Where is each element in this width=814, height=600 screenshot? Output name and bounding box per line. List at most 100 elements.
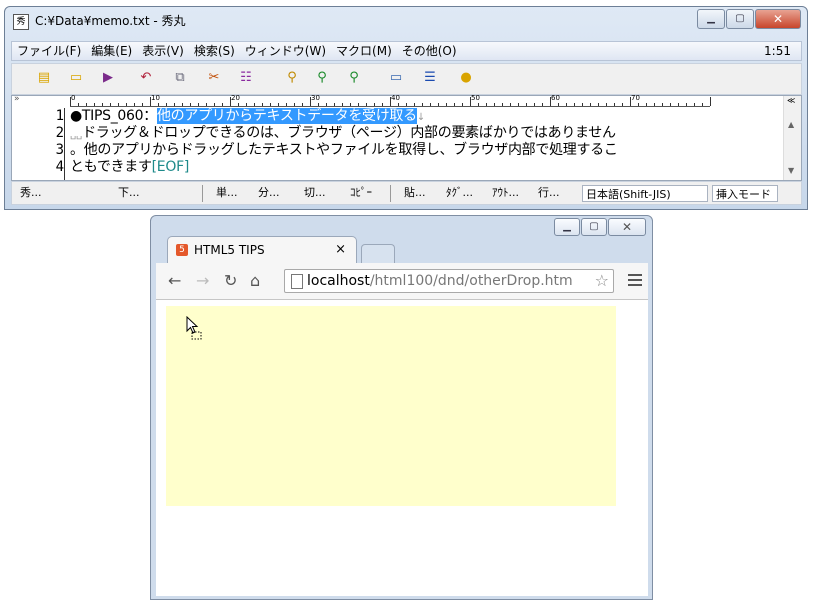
split-window-icon[interactable]: ☰: [422, 70, 438, 86]
new-tab-button[interactable]: [361, 244, 395, 264]
paste-icon[interactable]: ☷: [238, 70, 254, 86]
menu-macro[interactable]: マクロ(M): [331, 42, 397, 60]
ruler-tick: [470, 97, 471, 106]
scroll-down-icon[interactable]: ▼: [788, 166, 794, 175]
help-icon[interactable]: ●: [458, 70, 474, 86]
ruler-tick: [326, 103, 327, 106]
ruler-tick: [198, 103, 199, 106]
text-line-3[interactable]: 。他のアプリからドラッグしたテキストやファイルを取得し、ブラウザ内部で処理するこ: [70, 142, 618, 159]
text-line-1[interactable]: ●TIPS_060：他のアプリからテキストデータを受け取る↓: [70, 108, 425, 126]
menu-other[interactable]: その他(O): [397, 42, 462, 60]
ruler-tick: [310, 97, 311, 106]
ruler-tick: [150, 97, 151, 106]
browser-window: ▁ ▢ ✕ 5 HTML5 TIPS × ← → ↻ ⌂ localhost/h…: [150, 215, 653, 600]
search-prev-icon[interactable]: ⚲: [346, 70, 362, 86]
maximize-button[interactable]: ▢: [581, 218, 607, 236]
ruler-tick: [590, 103, 591, 106]
new-file-icon[interactable]: ▤: [36, 70, 52, 86]
fkey-7[interactable]: 貼...: [404, 186, 426, 200]
menu-window[interactable]: ウィンドウ(W): [240, 42, 331, 60]
browser-tab[interactable]: 5 HTML5 TIPS ×: [167, 236, 357, 264]
editor-title: C:¥Data¥memo.txt - 秀丸: [35, 14, 186, 28]
ruler-label: 30: [311, 94, 320, 102]
ruler-tick: [622, 103, 623, 106]
save-icon[interactable]: ▶: [100, 70, 116, 86]
ruler-tick: [534, 103, 535, 106]
menu-file[interactable]: ファイル(F): [12, 42, 86, 60]
ruler-tick: [286, 103, 287, 106]
editor-caption-buttons: ▁ ▢ ✕: [696, 9, 801, 29]
ruler-tick: [102, 103, 103, 106]
vertical-scrollbar[interactable]: ≪ ▲ ▼: [783, 96, 801, 180]
ruler-label: 10: [151, 94, 160, 102]
ruler-tick: [94, 103, 95, 106]
chrome-menu-icon[interactable]: [628, 272, 642, 289]
back-icon[interactable]: ←: [168, 272, 181, 290]
home-icon[interactable]: ⌂: [250, 272, 260, 290]
fkey-10[interactable]: 行...: [538, 186, 560, 200]
close-button[interactable]: ✕: [608, 218, 646, 236]
ruler-tick: [414, 103, 415, 106]
fkey-5[interactable]: 切...: [304, 186, 326, 200]
forward-icon[interactable]: →: [196, 272, 209, 290]
search-icon[interactable]: ⚲: [284, 70, 300, 86]
ruler-tick: [158, 103, 159, 106]
ruler-tick: [342, 103, 343, 106]
cut-icon[interactable]: ✂: [206, 70, 222, 86]
ruler-tick: [390, 97, 391, 106]
editor-text-area[interactable]: » 0 10 20 30 40 50 60 70 1 2 3 4 ●TIPS_0…: [11, 94, 802, 181]
ruler-tick: [214, 103, 215, 106]
tab-close-icon[interactable]: ×: [335, 242, 346, 257]
insert-mode-indicator[interactable]: 挿入モード: [712, 185, 778, 202]
ruler-toggle-icon[interactable]: »: [14, 94, 20, 104]
ruler-tick: [86, 103, 87, 106]
window-icon[interactable]: ▭: [388, 70, 404, 86]
copy-icon[interactable]: ⧉: [172, 70, 188, 86]
navigation-bar: ← → ↻ ⌂ localhost/html100/dnd/otherDrop.…: [156, 263, 648, 300]
text-line-2[interactable]: ␣␣ドラッグ＆ドロップできるのは、ブラウザ（ページ）内部の要素ばかりではありませ…: [70, 125, 616, 143]
menu-view[interactable]: 表示(V): [137, 42, 189, 60]
ruler-tick: [630, 97, 631, 106]
ruler-tick: [406, 103, 407, 106]
selected-text[interactable]: 他のアプリからテキストデータを受け取る: [156, 108, 417, 124]
fkey-9[interactable]: ｱｳﾄ...: [492, 186, 519, 200]
ruler-tick: [366, 103, 367, 106]
maximize-button[interactable]: ▢: [726, 9, 754, 29]
undo-icon[interactable]: ↶: [138, 70, 154, 86]
address-bar[interactable]: localhost/html100/dnd/otherDrop.htm ☆: [284, 269, 614, 293]
encoding-indicator[interactable]: 日本語(Shift-JIS): [582, 185, 708, 202]
fkey-1[interactable]: 秀...: [20, 186, 42, 200]
close-button[interactable]: ✕: [755, 9, 801, 29]
fkey-8[interactable]: ﾀｸﾞ...: [446, 186, 473, 200]
scroll-split-icon[interactable]: ≪: [787, 96, 795, 105]
url-text[interactable]: localhost/html100/dnd/otherDrop.htm: [307, 272, 593, 290]
bookmark-star-icon[interactable]: ☆: [595, 271, 609, 290]
fkey-4[interactable]: 分...: [258, 186, 280, 200]
menu-edit[interactable]: 編集(E): [86, 42, 137, 60]
column-ruler: 0 10 20 30 40 50 60 70: [70, 94, 711, 107]
minimize-button[interactable]: ▁: [554, 218, 580, 236]
menu-search[interactable]: 検索(S): [189, 42, 240, 60]
ruler-tick: [670, 103, 671, 106]
ruler-tick: [478, 103, 479, 106]
ruler-tick: [374, 103, 375, 106]
fkey-2[interactable]: 下...: [118, 186, 140, 200]
eof-marker: [EOF]: [151, 159, 190, 175]
open-folder-icon[interactable]: ▭: [68, 70, 84, 86]
text-line-4[interactable]: ともできます[EOF]: [70, 159, 189, 176]
reload-icon[interactable]: ↻: [224, 272, 237, 290]
fkey-3[interactable]: 単...: [216, 186, 238, 200]
ruler-tick: [270, 103, 271, 106]
ruler-tick: [206, 103, 207, 106]
line1-prefix: ●TIPS_060：: [70, 108, 157, 124]
ruler-tick: [118, 103, 119, 106]
ruler-tick: [398, 103, 399, 106]
scroll-up-icon[interactable]: ▲: [788, 120, 794, 129]
ruler-tick: [526, 103, 527, 106]
ruler-tick: [78, 103, 79, 106]
fkey-6[interactable]: ｺﾋﾟｰ: [350, 186, 372, 200]
drop-zone[interactable]: [166, 306, 616, 506]
minimize-button[interactable]: ▁: [697, 9, 725, 29]
search-next-icon[interactable]: ⚲: [314, 70, 330, 86]
ruler-tick: [446, 103, 447, 106]
